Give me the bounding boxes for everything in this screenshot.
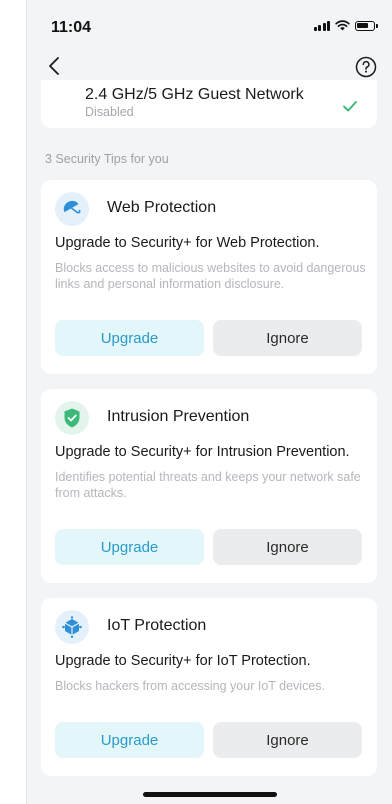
back-button[interactable] — [43, 54, 67, 78]
tip-card-intrusion-prevention: Intrusion Prevention Upgrade to Security… — [41, 389, 377, 583]
iot-cube-icon — [55, 610, 89, 644]
tip-headline: Upgrade to Security+ for Web Protection. — [55, 235, 320, 251]
ignore-button[interactable]: Ignore — [213, 722, 362, 758]
section-title: 3 Security Tips for you — [45, 152, 169, 166]
help-button[interactable] — [355, 56, 377, 78]
guest-network-status: Disabled — [85, 105, 134, 119]
status-time: 11:04 — [51, 19, 92, 36]
tip-headline: Upgrade to Security+ for IoT Protection. — [55, 653, 311, 669]
status-icons — [313, 20, 378, 31]
tip-name: Intrusion Prevention — [107, 408, 250, 425]
upgrade-button[interactable]: Upgrade — [55, 320, 204, 356]
tip-description: Blocks access to malicious websites to a… — [55, 261, 366, 291]
tip-name: IoT Protection — [107, 617, 207, 634]
shield-check-icon — [55, 401, 89, 435]
checkmark-icon — [343, 101, 357, 112]
upgrade-button[interactable]: Upgrade — [55, 722, 204, 758]
wifi-icon — [335, 20, 350, 31]
guest-network-row[interactable]: 2.4 GHz/5 GHz Guest Network Disabled — [41, 80, 377, 128]
tip-card-iot-protection: IoT Protection Upgrade to Security+ for … — [41, 598, 377, 776]
battery-icon — [355, 20, 378, 31]
tip-description: Identifies potential threats and keeps y… — [55, 470, 361, 500]
ignore-button[interactable]: Ignore — [213, 529, 362, 565]
cellular-signal-icon — [313, 20, 330, 31]
ignore-button[interactable]: Ignore — [213, 320, 362, 356]
umbrella-icon — [55, 192, 89, 226]
tip-headline: Upgrade to Security+ for Intrusion Preve… — [55, 444, 350, 460]
home-indicator[interactable] — [143, 792, 277, 797]
chevron-left-icon — [49, 57, 59, 75]
guest-network-title: 2.4 GHz/5 GHz Guest Network — [85, 86, 304, 103]
help-circle-icon — [355, 56, 377, 78]
tip-description: Blocks hackers from accessing your IoT d… — [55, 679, 326, 693]
upgrade-button[interactable]: Upgrade — [55, 529, 204, 565]
tip-card-web-protection: Web Protection Upgrade to Security+ for … — [41, 180, 377, 374]
tip-name: Web Protection — [107, 199, 217, 216]
app-screen: 11:04 2.4 GHz/5 GHz Guest Network Disabl… — [26, 0, 392, 804]
